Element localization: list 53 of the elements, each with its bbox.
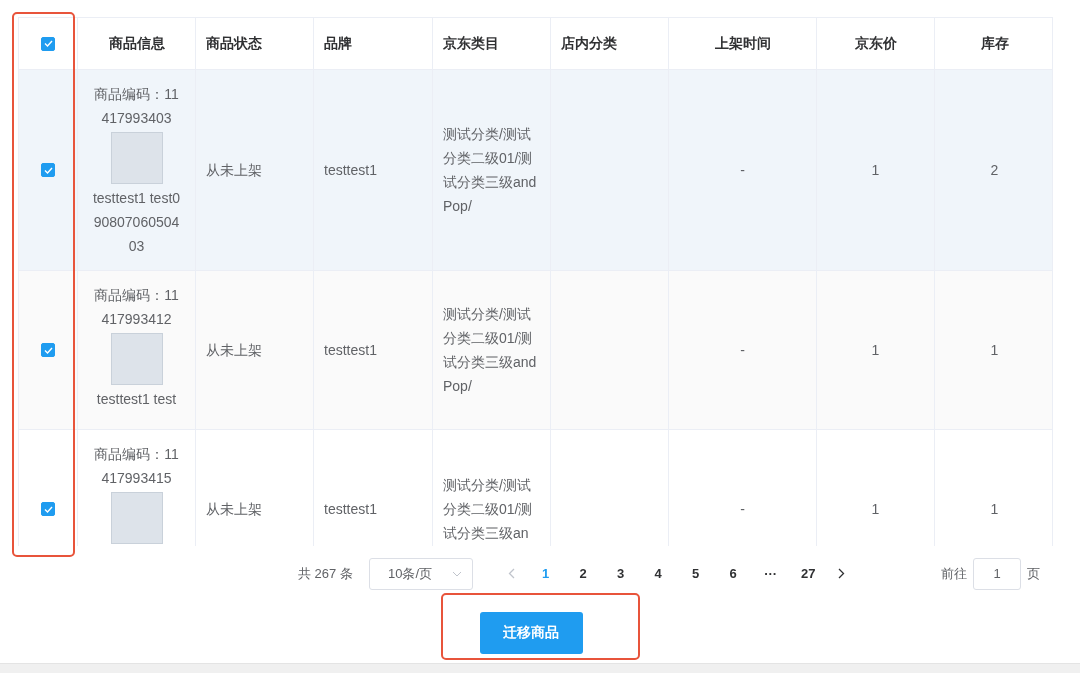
photo-placeholder: [110, 333, 163, 385]
table-cell-text: 从未上架: [206, 500, 262, 519]
table-cell-text: testtest1: [324, 341, 377, 360]
table-cell-text: 2: [990, 161, 999, 180]
table-cell-text: -: [740, 161, 745, 180]
table-cell-text: 1: [871, 161, 880, 180]
checkbox[interactable]: [41, 163, 55, 177]
page-number[interactable]: 6: [714, 559, 752, 588]
column-header: 店内分类: [561, 34, 617, 53]
page-number[interactable]: 3: [601, 559, 640, 588]
column-header: 品牌: [324, 34, 352, 53]
table-cell-text: 从未上架: [206, 341, 262, 360]
goto-label: 前往: [941, 564, 967, 583]
product-code: 商品编码：11417993415: [93, 445, 180, 488]
product-name: testtest1 test09080706050403: [92, 189, 181, 256]
column-header: 京东类目: [443, 34, 499, 53]
table-cell-text: testtest1: [324, 500, 377, 519]
product-code: 商品编码：11417993412: [93, 286, 180, 329]
table-cell-text: -: [740, 500, 745, 519]
column-header: 上架时间: [714, 34, 771, 53]
table-cell-text: testtest1: [324, 161, 377, 180]
column-header: 商品状态: [206, 34, 262, 53]
goto-input[interactable]: 1: [973, 557, 1021, 590]
column-header: 京东价: [854, 34, 897, 53]
table-cell-text: 测试分类/测试分类二级01/测试分类三级andPop/: [443, 125, 538, 216]
page-number[interactable]: 27: [789, 559, 827, 588]
checkbox[interactable]: [41, 343, 55, 357]
goto-suffix: 页: [1027, 564, 1040, 583]
table-cell-text: 测试分类/测试分类二级01/测试分类三级an: [443, 476, 534, 543]
page-size-select[interactable]: 10条/页: [368, 557, 473, 590]
total-count: 共 267 条: [298, 564, 353, 583]
column-header: 商品信息: [108, 34, 165, 53]
product-code: 商品编码：11417993403: [93, 85, 180, 128]
product-name: testtest1 test: [96, 390, 177, 409]
page-number[interactable]: 4: [639, 559, 677, 588]
page-number[interactable]: 5: [676, 559, 715, 588]
checkbox[interactable]: [41, 36, 55, 51]
checkbox[interactable]: [41, 502, 55, 516]
photo-placeholder: [110, 132, 163, 184]
table-cell-text: 1: [871, 500, 880, 519]
photo-placeholder: [110, 492, 163, 544]
table-cell-text: 从未上架: [206, 161, 262, 180]
table-cell-text: 1: [871, 341, 880, 360]
page-number[interactable]: 2: [564, 559, 602, 588]
chevron-right-icon: [838, 568, 846, 579]
table-cell-text: 测试分类/测试分类二级01/测试分类三级andPop/: [443, 305, 538, 396]
column-header: 库存: [980, 34, 1009, 53]
page-number[interactable]: ···: [751, 559, 790, 588]
chevron-left-icon: [508, 568, 516, 579]
table-cell-text: -: [740, 341, 745, 360]
table-cell-text: 1: [990, 341, 999, 360]
table-cell-text: 1: [990, 500, 999, 519]
chevron-down-icon: [451, 570, 462, 577]
